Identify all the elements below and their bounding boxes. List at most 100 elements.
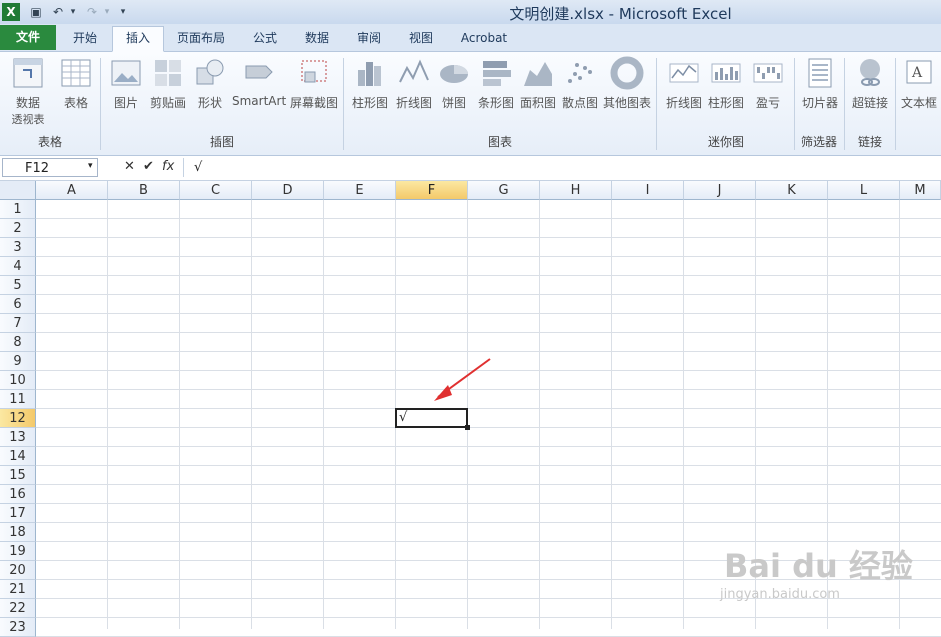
pie-chart-button[interactable]: 饼图 (430, 56, 478, 136)
worksheet-grid[interactable]: ABCDEFGHIJKLM 1 2 3 4 5 6 7 8 9 10 11 12 13 14 15 16 17 1… (0, 181, 941, 637)
row-header-20[interactable]: 20 (0, 561, 36, 580)
red-arrow-annotation (434, 358, 491, 401)
scatter-chart-button[interactable]: 散点图 (556, 56, 604, 136)
row-header-11[interactable]: 11 (0, 390, 36, 409)
grid-row-line (36, 313, 941, 314)
row-header-12[interactable]: 12 (0, 409, 36, 428)
tab-data[interactable]: 数据 (292, 27, 342, 50)
row-header-6[interactable]: 6 (0, 295, 36, 314)
grid-column-line (251, 200, 252, 629)
row-header-13[interactable]: 13 (0, 428, 36, 447)
tab-page-layout[interactable]: 页面布局 (166, 27, 236, 50)
fill-handle[interactable] (465, 425, 470, 430)
area-chart-label: 面积图 (519, 96, 556, 110)
shapes-button[interactable]: 形状 (186, 56, 234, 136)
grid-column-line (539, 200, 540, 629)
row-header-9[interactable]: 9 (0, 352, 36, 371)
slicer-button[interactable]: 切片器 (796, 56, 844, 136)
area-chart-button[interactable]: 面积图 (514, 56, 562, 136)
clipart-button[interactable]: 剪贴画 (144, 56, 192, 136)
column-header-g[interactable]: G (468, 181, 540, 200)
grid-row-line (36, 237, 941, 238)
cancel-icon[interactable]: ✕ (124, 159, 135, 174)
row-header-1[interactable]: 1 (0, 200, 36, 219)
smartart-button[interactable]: SmartArt (232, 56, 286, 136)
row-header-10[interactable]: 10 (0, 371, 36, 390)
row-header-2[interactable]: 2 (0, 219, 36, 238)
row-header-18[interactable]: 18 (0, 523, 36, 542)
screenshot-label: 屏幕截图 (289, 96, 338, 110)
column-chart-button[interactable]: 柱形图 (346, 56, 394, 136)
hyperlink-label: 超链接 (851, 96, 888, 110)
row-header-7[interactable]: 7 (0, 314, 36, 333)
smartart-label: SmartArt (232, 94, 287, 108)
column-header-h[interactable]: H (540, 181, 612, 200)
sparkline-column-button[interactable]: 柱形图 (702, 56, 750, 136)
row-header-23[interactable]: 23 (0, 618, 36, 637)
grid-column-line (107, 200, 108, 629)
textbox-button[interactable]: A 文本框 (897, 56, 941, 136)
select-all-corner[interactable] (0, 181, 36, 200)
row-header-3[interactable]: 3 (0, 238, 36, 257)
tab-insert[interactable]: 插入 (112, 26, 164, 52)
table-label: 表格 (63, 96, 88, 110)
bar-chart-button[interactable]: 条形图 (472, 56, 520, 136)
tab-view[interactable]: 视图 (396, 27, 446, 50)
table-icon (61, 59, 91, 87)
sparkline-winloss-button[interactable]: 盈亏 (744, 56, 792, 136)
column-header-i[interactable]: I (612, 181, 684, 200)
pivot-table-label: 数据 (15, 96, 40, 110)
row-header-4[interactable]: 4 (0, 257, 36, 276)
row-header-17[interactable]: 17 (0, 504, 36, 523)
column-header-b[interactable]: B (108, 181, 180, 200)
tab-home[interactable]: 开始 (60, 27, 110, 50)
row-header-21[interactable]: 21 (0, 580, 36, 599)
baidu-watermark: Bai du 经验 (724, 547, 913, 585)
tab-acrobat[interactable]: Acrobat (450, 27, 518, 50)
column-header-c[interactable]: C (180, 181, 252, 200)
sparkline-winloss-label: 盈亏 (755, 96, 780, 110)
picture-button[interactable]: 图片 (102, 56, 150, 136)
column-header-m[interactable]: M (900, 181, 941, 200)
column-header-j[interactable]: J (684, 181, 756, 200)
group-charts-label: 图表 (487, 135, 512, 149)
clipart-label: 剪贴画 (149, 96, 186, 110)
row-header-16[interactable]: 16 (0, 485, 36, 504)
grid-column-line (611, 200, 612, 629)
column-header-d[interactable]: D (252, 181, 324, 200)
group-sparklines-label: 迷你图 (707, 135, 744, 149)
row-header-14[interactable]: 14 (0, 447, 36, 466)
pivot-table-button[interactable]: 数据 透视表 (4, 56, 52, 136)
tab-file[interactable]: 文件 (0, 25, 56, 50)
column-header-l[interactable]: L (828, 181, 900, 200)
column-header-f[interactable]: F (396, 181, 468, 200)
name-box[interactable]: F12 (2, 158, 98, 177)
tab-formulas[interactable]: 公式 (240, 27, 290, 50)
column-header-a[interactable]: A (36, 181, 108, 200)
grid-row-line (36, 332, 941, 333)
column-chart-label: 柱形图 (351, 96, 388, 110)
table-button[interactable]: 表格 (52, 56, 100, 136)
formula-input[interactable]: √ (183, 158, 941, 177)
row-header-22[interactable]: 22 (0, 599, 36, 618)
pivot-table-sublabel: 透视表 (11, 113, 45, 126)
column-header-e[interactable]: E (324, 181, 396, 200)
enter-icon[interactable]: ✔ (143, 159, 154, 174)
row-header-19[interactable]: 19 (0, 542, 36, 561)
other-charts-button[interactable]: 其他图表 (600, 56, 654, 136)
ribbon-separator (895, 58, 896, 150)
sparkline-line-button[interactable]: 折线图 (660, 56, 708, 136)
column-header-k[interactable]: K (756, 181, 828, 200)
screenshot-button[interactable]: 屏幕截图 (288, 56, 340, 136)
row-header-5[interactable]: 5 (0, 276, 36, 295)
insert-function-icon[interactable]: fx (162, 159, 174, 174)
textbox-icon: A (906, 60, 932, 84)
grid-row-line (36, 465, 941, 466)
tab-review[interactable]: 审阅 (344, 27, 394, 50)
row-header-8[interactable]: 8 (0, 333, 36, 352)
grid-column-line (179, 200, 180, 629)
slicer-label: 切片器 (801, 96, 838, 110)
row-header-15[interactable]: 15 (0, 466, 36, 485)
name-box-dropdown-icon[interactable]: ▾ (88, 161, 93, 171)
hyperlink-button[interactable]: 超链接 (846, 56, 894, 136)
